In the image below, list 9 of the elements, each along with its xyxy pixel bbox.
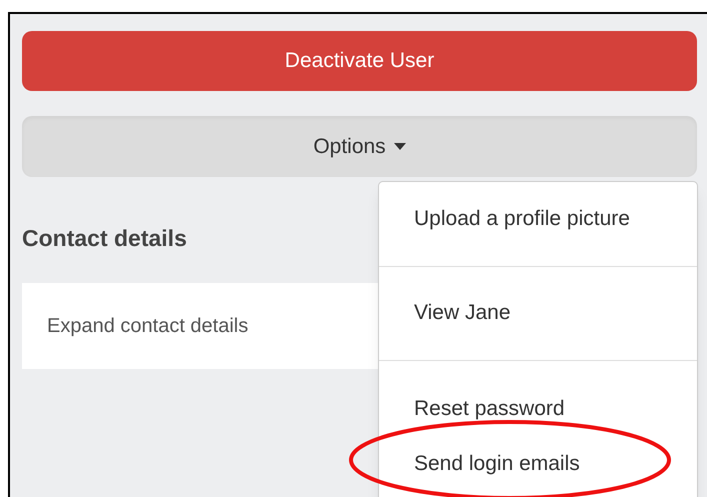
menu-item[interactable]: Send login emails <box>379 447 697 481</box>
section-heading: Contact details <box>22 224 187 253</box>
menu-item[interactable]: Upload a profile picture <box>379 202 697 236</box>
expand-contact-details-link[interactable]: Expand contact details <box>47 310 248 340</box>
caret-icon <box>394 143 406 150</box>
menu-item[interactable]: Reset password <box>379 392 697 426</box>
menu-item[interactable]: View Jane <box>379 296 697 330</box>
options-button[interactable]: Options <box>22 116 697 177</box>
deactivate-button[interactable]: Deactivate User <box>22 31 697 91</box>
